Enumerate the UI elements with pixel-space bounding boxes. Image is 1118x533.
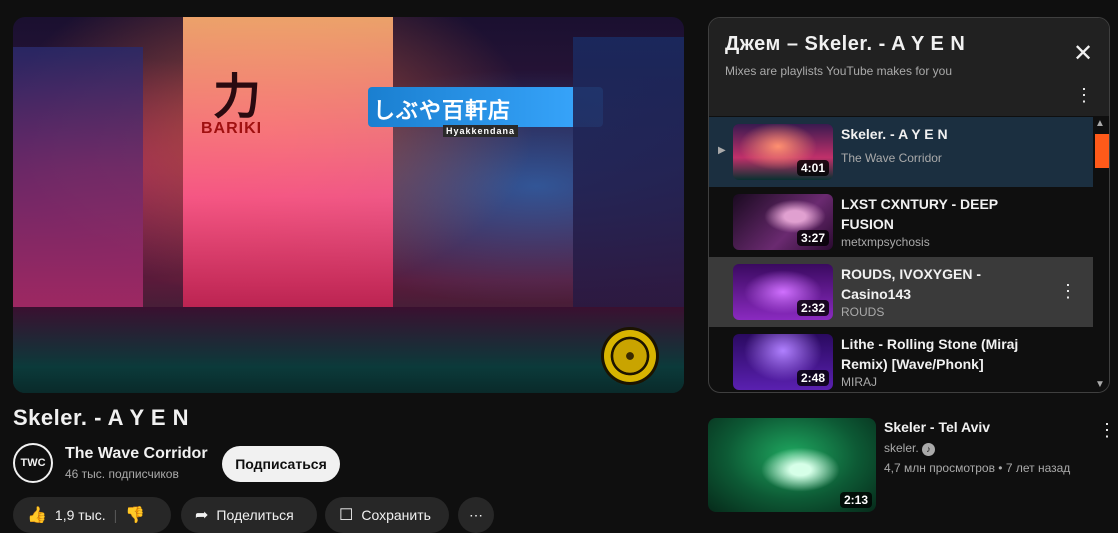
playlist-item-channel: ROUDS	[841, 305, 885, 319]
playlist-item-title[interactable]: LXST CXNTURY - DEEP FUSION	[841, 194, 1051, 234]
playlist-thumbnail[interactable]: 4:01	[733, 124, 833, 180]
playlist-item[interactable]: ▶ 4:01 Skeler. - A Y E N The Wave Corrid…	[709, 117, 1093, 187]
playlist-thumbnail[interactable]: 2:32	[733, 264, 833, 320]
subscriber-count: 46 тыс. подписчиков	[65, 467, 179, 481]
mix-playlist-panel: Джем – Skeler. - A Y E N Mixes are playl…	[708, 17, 1110, 393]
scroll-thumb[interactable]	[1095, 134, 1109, 168]
thumbnail-building-left	[13, 47, 143, 347]
channel-avatar-initials: TWC	[20, 457, 46, 469]
playlist-item-title[interactable]: Lithe - Rolling Stone (Miraj Remix) [Wav…	[841, 334, 1051, 374]
playlist-thumbnail[interactable]: 3:27	[733, 194, 833, 250]
verified-icon: ♪	[922, 443, 935, 456]
scroll-down-icon[interactable]: ▼	[1095, 379, 1105, 390]
thumb-up-icon[interactable]: 👍	[27, 505, 47, 525]
playlist-item-channel: MIRAJ	[841, 375, 877, 389]
thumb-down-icon[interactable]: 👎	[125, 505, 145, 525]
video-player[interactable]: 力 BARIKI しぶや百軒店 Hyakkendana	[13, 17, 684, 393]
recommendation-channel[interactable]: skeler.	[884, 441, 919, 455]
mix-header: Джем – Skeler. - A Y E N Mixes are playl…	[709, 18, 1109, 116]
duration-badge: 3:27	[796, 230, 829, 246]
play-indicator-icon: ▶	[718, 145, 726, 156]
recommendation-meta: 4,7 млн просмотров • 7 лет назад	[884, 461, 1071, 475]
more-actions-button[interactable]: ⋯	[458, 497, 494, 533]
like-dislike-group: 👍 1,9 тыс. | 👎	[13, 497, 171, 533]
duration-badge: 2:13	[839, 492, 872, 508]
thumbnail-sign-hyakkendana: Hyakkendana	[443, 125, 519, 137]
playlist-item-channel: The Wave Corridor	[841, 151, 942, 165]
duration-badge: 4:01	[796, 160, 829, 176]
duration-badge: 2:32	[796, 300, 829, 316]
playlist-item-channel: metxmpsychosis	[841, 235, 930, 249]
thumbnail-street	[13, 307, 684, 393]
channel-name[interactable]: The Wave Corridor	[65, 445, 208, 463]
scroll-up-icon[interactable]: ▲	[1095, 118, 1105, 129]
share-button[interactable]: ➦ Поделиться	[181, 497, 317, 533]
playlist-item[interactable]: 2:48 Lithe - Rolling Stone (Miraj Remix)…	[709, 327, 1093, 392]
more-vert-icon[interactable]: ⋮	[1098, 420, 1116, 441]
close-icon[interactable]: ✕	[1073, 42, 1093, 66]
mix-title: Джем – Skeler. - A Y E N	[725, 33, 966, 55]
more-horiz-icon: ⋯	[469, 506, 483, 523]
more-vert-icon[interactable]: ⋮	[1059, 281, 1077, 302]
subscribe-button[interactable]: Подписаться	[222, 446, 340, 482]
mix-more-vert-icon[interactable]: ⋮	[1075, 86, 1093, 104]
thumbnail-building-right	[573, 37, 684, 317]
playlist-item[interactable]: 3:27 LXST CXNTURY - DEEP FUSION metxmpsy…	[709, 187, 1093, 257]
playlist-item[interactable]: 2:32 ROUDS, IVOXYGEN - Casino143 ROUDS ⋮	[709, 257, 1093, 327]
share-label: Поделиться	[216, 507, 294, 523]
playlist-item-title[interactable]: ROUDS, IVOXYGEN - Casino143	[841, 264, 1051, 304]
duration-badge: 2:48	[796, 370, 829, 386]
thumbnail-sign-bariki: BARIKI	[201, 120, 263, 137]
share-icon: ➦	[195, 507, 209, 524]
save-button[interactable]: ☐ Сохранить	[325, 497, 449, 533]
like-divider: |	[113, 507, 118, 523]
save-label: Сохранить	[361, 507, 431, 523]
save-icon: ☐	[339, 507, 354, 524]
playlist-item-title[interactable]: Skeler. - A Y E N	[841, 124, 1051, 144]
speaker-logo-icon	[604, 330, 656, 382]
channel-avatar[interactable]: TWC	[13, 443, 53, 483]
video-title: Skeler. - A Y E N	[13, 405, 190, 430]
playlist-thumbnail[interactable]: 2:48	[733, 334, 833, 390]
thumbnail-sign-kanji: 力	[213, 71, 263, 124]
thumbnail-sign-shibuya: しぶや百軒店	[373, 98, 512, 123]
mix-subtitle: Mixes are playlists YouTube makes for yo…	[725, 64, 952, 78]
recommendation-title[interactable]: Skeler - Tel Aviv	[884, 419, 990, 435]
like-count[interactable]: 1,9 тыс.	[55, 507, 106, 523]
recommendation-thumbnail[interactable]: 2:13	[708, 418, 876, 512]
